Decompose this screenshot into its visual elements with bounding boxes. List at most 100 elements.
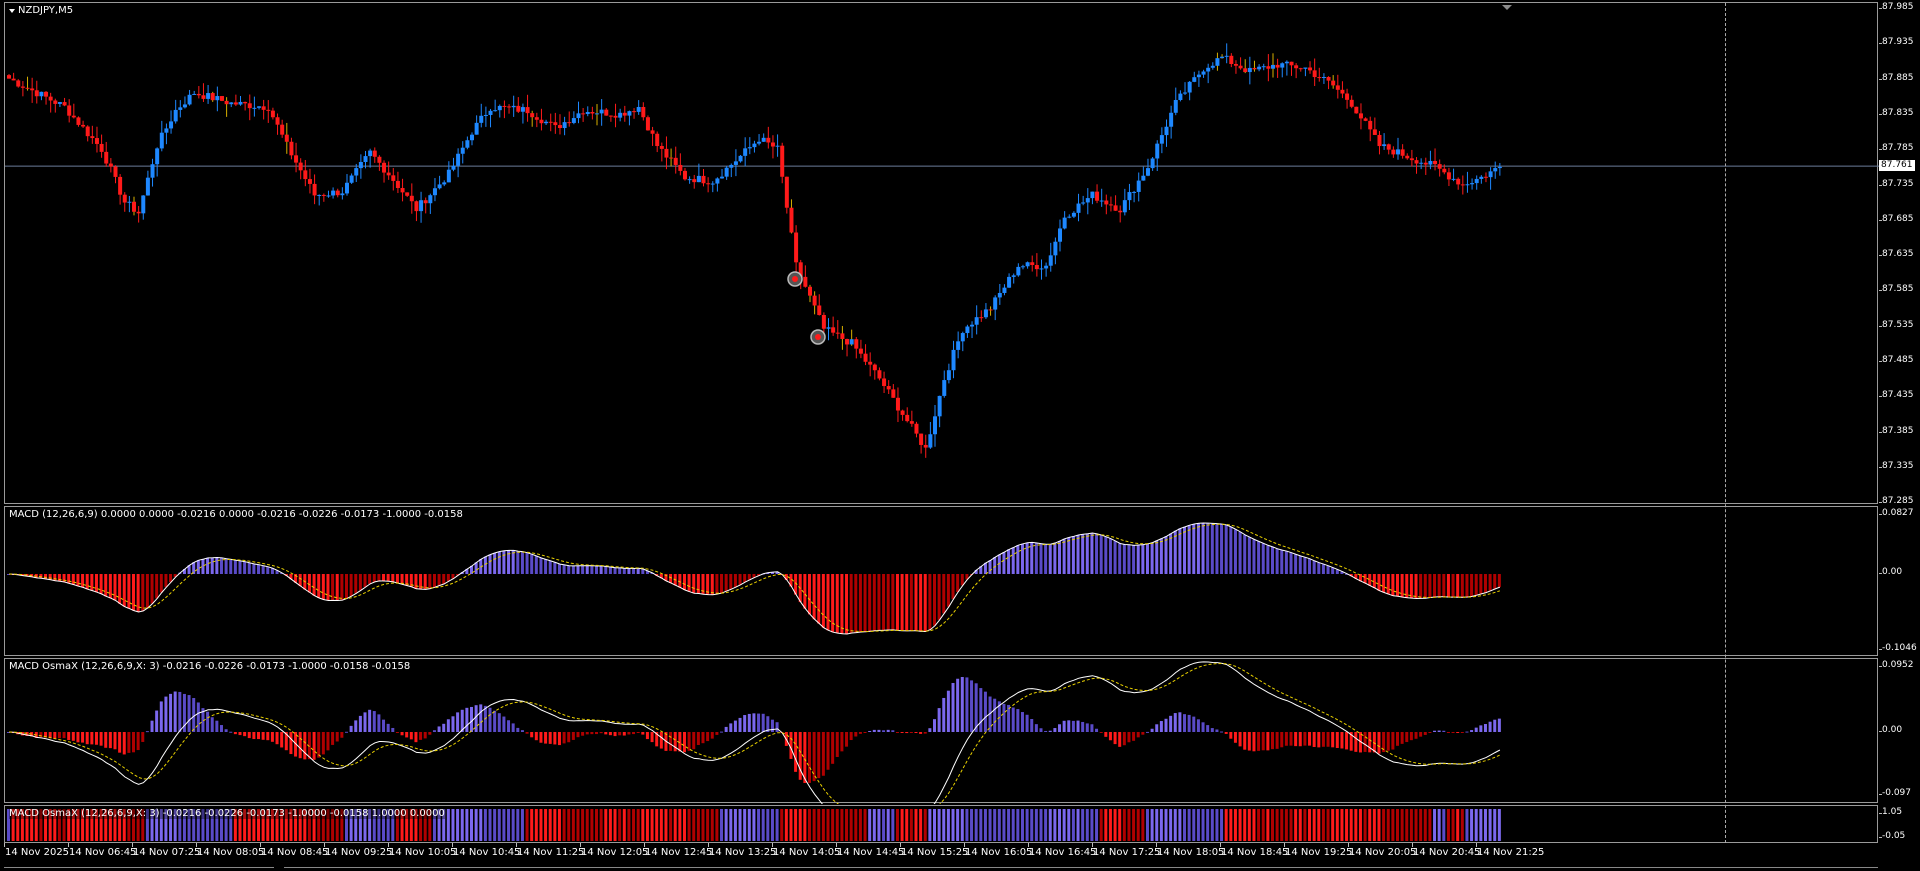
- signal-bar-down: [1386, 809, 1390, 841]
- candle-body: [145, 177, 150, 196]
- hist-bar-negative: [1391, 732, 1395, 750]
- candle-body: [530, 113, 535, 118]
- hist-bar-negative: [1104, 732, 1108, 737]
- signal-bar-up: [993, 809, 997, 841]
- candle-body: [419, 200, 424, 212]
- candle-body: [840, 333, 845, 340]
- hist-bar-negative: [414, 732, 418, 743]
- candle-body: [627, 111, 632, 116]
- time-tick-label: 14 Nov 20:05: [1349, 847, 1417, 858]
- candle-body: [914, 423, 919, 434]
- hist-bar-negative: [1377, 732, 1381, 754]
- hist-bar-negative: [581, 732, 585, 736]
- candle-body: [650, 130, 655, 134]
- hist-bar-positive: [1155, 724, 1159, 732]
- candle-body: [534, 117, 539, 120]
- signal-bar-down: [1312, 809, 1316, 841]
- hist-bar-negative: [951, 574, 955, 600]
- chart-window[interactable]: NZDJPY,M5 87.985 87.935 87.885 87.835 87.785…: [0, 0, 1920, 871]
- candle-body: [919, 433, 924, 445]
- hist-bar-positive: [1437, 730, 1441, 732]
- triangle-down-icon[interactable]: [9, 8, 15, 13]
- symbol-title[interactable]: NZDJPY,M5: [9, 5, 73, 16]
- candlestick-chart[interactable]: [5, 3, 1879, 505]
- hist-bar-positive: [511, 723, 515, 732]
- candle-body: [1058, 228, 1063, 242]
- candle-body: [266, 109, 271, 111]
- macd-pane[interactable]: MACD (12,26,6,9) 0.0000 0.0000 -0.0216 0…: [4, 506, 1878, 656]
- hist-bar-positive: [1030, 718, 1034, 732]
- hist-bar-positive: [1470, 730, 1474, 732]
- candle-body: [159, 132, 164, 149]
- hist-bar-negative: [1414, 732, 1418, 739]
- hist-bar-negative: [1099, 732, 1103, 733]
- time-axis[interactable]: 14 Nov 2025 14 Nov 06:45 14 Nov 07:25 14 No…: [0, 843, 1879, 861]
- candle-body: [1423, 162, 1428, 165]
- candle-body: [1433, 160, 1438, 165]
- shift-marker-icon[interactable]: [1502, 5, 1512, 10]
- candle-body: [465, 140, 470, 148]
- hist-bar-negative: [1363, 732, 1367, 752]
- price-chart-pane[interactable]: NZDJPY,M5: [4, 2, 1879, 505]
- hist-bar-positive: [1326, 565, 1330, 574]
- time-tick-label: 14 Nov 10:45: [453, 847, 521, 858]
- hist-bar-positive: [557, 564, 561, 574]
- hist-bar-positive: [178, 691, 182, 732]
- candle-body: [456, 153, 461, 166]
- hist-bar-negative: [627, 732, 631, 735]
- osmax-pane[interactable]: MACD OsmaX (12,26,6,9,X: 3) -0.0216 -0.0…: [4, 658, 1878, 804]
- hist-bar-positive: [1210, 523, 1214, 574]
- candle-body: [173, 109, 178, 122]
- signal-bar-down: [780, 809, 784, 841]
- signal-bar-down: [1104, 809, 1108, 841]
- hist-bar-negative: [622, 732, 626, 736]
- hist-bar-negative: [1261, 732, 1265, 751]
- osmax-axis[interactable]: 0.0952 0.00 -0.097: [1879, 658, 1920, 803]
- hist-bar-negative: [159, 574, 163, 593]
- signal-bar-up: [946, 809, 950, 841]
- hist-bar-positive: [1145, 731, 1149, 733]
- candle-body: [354, 168, 359, 176]
- hist-bar-positive: [1113, 541, 1117, 574]
- macd-axis[interactable]: 0.0827 0.00 -0.1046: [1879, 506, 1920, 656]
- hist-bar-positive: [150, 720, 154, 732]
- hist-bar-positive: [1039, 543, 1043, 574]
- signal-bar-down: [1423, 809, 1427, 841]
- hist-bar-positive: [257, 564, 261, 574]
- hist-bar-positive: [1215, 523, 1219, 574]
- hist-bar-positive: [511, 550, 515, 574]
- hist-bar-negative: [539, 732, 543, 743]
- candle-body: [71, 115, 76, 118]
- signal-bar-down: [534, 809, 538, 841]
- hist-bar-negative: [127, 732, 131, 753]
- hist-bar-negative: [858, 732, 862, 734]
- hist-bar-positive: [479, 704, 483, 732]
- hist-bar-negative: [1308, 732, 1312, 746]
- signal-bar-down: [1247, 809, 1251, 841]
- signal-bar-down: [821, 809, 825, 841]
- signal-bar-up: [877, 809, 881, 841]
- signal-bar-down: [1326, 809, 1330, 841]
- price-axis[interactable]: 87.985 87.935 87.885 87.835 87.785 87.735 87.6…: [1879, 2, 1920, 506]
- signal-bar-up: [891, 809, 895, 841]
- signal-bar-up: [1206, 809, 1210, 841]
- candle-body: [11, 78, 16, 81]
- hist-bar-negative: [1419, 732, 1423, 737]
- hist-bar-negative: [1284, 732, 1288, 746]
- candle-body: [706, 183, 711, 185]
- osmax-signal-axis[interactable]: 1.05 -0.05: [1879, 805, 1920, 843]
- time-tick-label: 14 Nov 17:25: [1093, 847, 1161, 858]
- candle-body: [182, 104, 187, 108]
- signal-bar-down: [655, 809, 659, 841]
- hist-bar-negative: [548, 732, 552, 744]
- hist-bar-negative: [85, 574, 89, 590]
- osmax-signal-pane[interactable]: MACD OsmaX (12,26,6,9,X: 3) -0.0216 -0.0…: [4, 805, 1878, 843]
- signal-bar-down: [1345, 809, 1349, 841]
- signal-bar-down: [673, 809, 677, 841]
- hist-bar-negative: [349, 574, 353, 597]
- hist-bar-positive: [483, 556, 487, 574]
- hist-bar-negative: [289, 732, 293, 755]
- hist-bar-positive: [238, 560, 242, 574]
- candle-body: [581, 113, 586, 115]
- axis-tick-label: 87.785: [1882, 143, 1914, 154]
